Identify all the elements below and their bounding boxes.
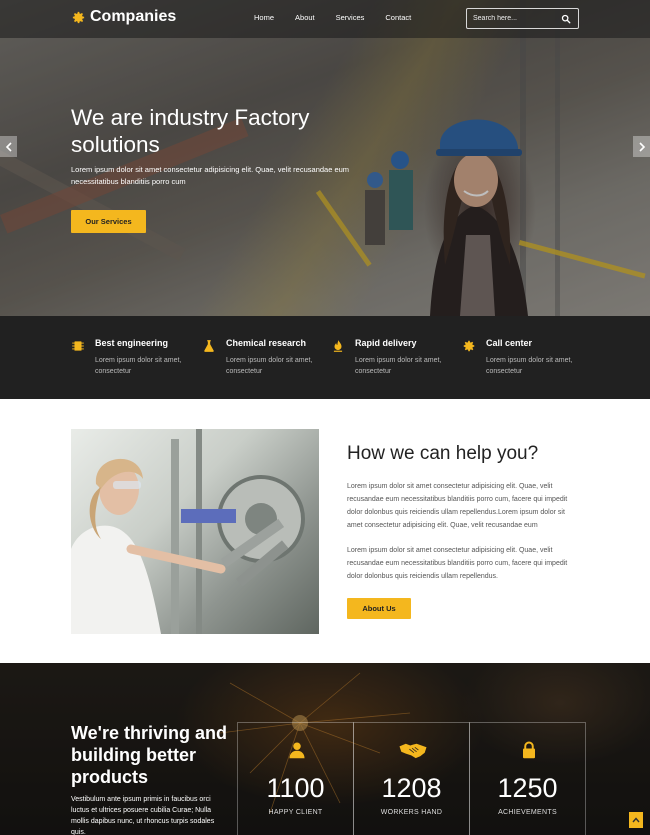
feature-title: Best engineering — [95, 338, 169, 348]
brand-name: Companies — [90, 8, 177, 25]
gear-icon — [463, 340, 475, 352]
feature-title: Chemical research — [226, 338, 307, 348]
chevron-left-icon — [5, 141, 12, 152]
feature-desc: Lorem ipsum dolor sit amet, consectetur — [226, 357, 313, 375]
about-us-button[interactable]: About Us — [347, 598, 411, 619]
stats-text: Vestibulum ante ipsum primis in faucibus… — [71, 796, 215, 835]
search-box — [466, 8, 579, 29]
help-paragraph: Lorem ipsum dolor sit amet consectetur a… — [347, 483, 568, 529]
feature-desc: Lorem ipsum dolor sit amet, consectetur — [486, 357, 573, 375]
slider-prev-button[interactable] — [0, 136, 17, 157]
nav-contact[interactable]: Contact — [385, 13, 411, 22]
flame-icon — [333, 340, 343, 352]
search-icon[interactable] — [561, 14, 571, 24]
stat-label: ACHIEVEMENTS — [498, 809, 557, 816]
hero-overlay — [0, 0, 650, 316]
hero-title: We are industry Factory solutions — [71, 105, 310, 157]
stat-card: 1100 HAPPY CLIENT — [237, 722, 354, 835]
chip-icon — [72, 341, 84, 351]
flask-icon — [204, 340, 214, 352]
back-to-top-button[interactable] — [629, 812, 643, 828]
feature-desc: Lorem ipsum dolor sit amet, consectetur — [95, 357, 182, 375]
stat-label: HAPPY CLIENT — [268, 809, 323, 816]
chevron-up-icon — [632, 817, 640, 823]
nav-about[interactable]: About — [295, 13, 315, 22]
gear-icon — [72, 11, 85, 23]
hero-text: Lorem ipsum dolor sit amet consectetur a… — [71, 165, 350, 186]
lab-machine-illustration — [71, 429, 305, 634]
nav-services[interactable]: Services — [336, 13, 365, 22]
feature-desc: Lorem ipsum dolor sit amet, consectetur — [355, 357, 442, 375]
our-services-button[interactable]: Our Services — [71, 210, 146, 233]
features-bar: Best engineering Lorem ipsum dolor sit a… — [0, 316, 650, 399]
stat-card: 1250 ACHIEVEMENTS — [469, 722, 586, 835]
feature-title: Call center — [486, 338, 533, 348]
chevron-right-icon — [638, 141, 645, 152]
feature-title: Rapid delivery — [355, 338, 417, 348]
nav-home[interactable]: Home — [254, 13, 274, 22]
lab-scientist-photo — [71, 429, 319, 634]
user-icon — [289, 742, 305, 759]
brand-logo[interactable]: Companies — [71, 8, 176, 26]
handshake-icon — [399, 743, 427, 759]
site-header: Companies Home About Services Contact — [0, 0, 650, 38]
stat-label: WORKERS HAND — [380, 809, 443, 816]
main-nav: Home About Services Contact — [254, 13, 432, 22]
lock-icon — [523, 741, 535, 759]
hero-section — [0, 0, 650, 316]
search-input[interactable] — [467, 15, 559, 22]
help-paragraph: Lorem ipsum dolor sit amet consectetur a… — [347, 547, 568, 580]
slider-next-button[interactable] — [633, 136, 650, 157]
stats-title: We're thriving and building better produ… — [71, 723, 227, 787]
stat-number: 1100 — [266, 773, 325, 803]
stat-number: 1208 — [381, 773, 442, 803]
stat-card: 1208 WORKERS HAND — [353, 722, 470, 835]
help-title: How we can help you? — [347, 443, 539, 464]
stat-number: 1250 — [497, 773, 558, 803]
